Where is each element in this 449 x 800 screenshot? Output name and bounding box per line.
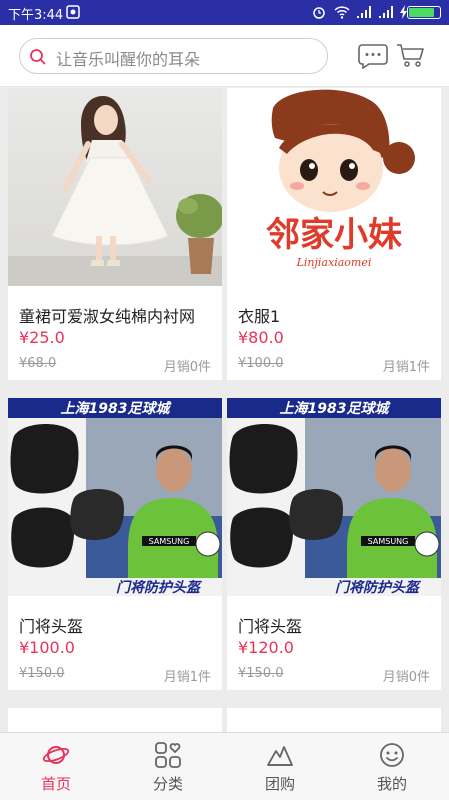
product-title: 童裙可爱淑女纯棉内衬网 [19, 307, 196, 326]
product-title: 门将头盔 [238, 617, 303, 636]
product-price: ¥120.0 [238, 638, 294, 657]
tab-category-label: 分类 [152, 775, 183, 793]
product-price: ¥25.0 [19, 328, 65, 347]
notification-icon [66, 5, 80, 19]
product-card[interactable]: 上海1983足球城 SAMSUNG 门将防护头盔 门将头盔 ¥100.0 ¥15… [8, 398, 222, 690]
tab-profile[interactable]: 我的 [336, 733, 448, 800]
tab-home-label: 首页 [40, 775, 71, 793]
jersey-text: SAMSUNG [149, 537, 190, 546]
mountain-icon [267, 746, 293, 766]
jersey-text: SAMSUNG [368, 537, 409, 546]
grid-heart-icon [155, 742, 181, 768]
tab-home[interactable]: 首页 [0, 733, 112, 800]
battery-icon [407, 6, 441, 19]
bottom-tab-bar: 首页 分类 团购 我的 [0, 732, 449, 800]
helmet-caption: 门将防护头盔 [335, 579, 422, 596]
product-card[interactable]: 上海1983足球城 SAMSUNG 门将防护头盔 门将头盔 ¥120.0 ¥15… [227, 398, 441, 690]
logo-text: 邻家小妹 [266, 215, 402, 255]
helmet-caption: 门将防护头盔 [116, 579, 203, 596]
cart-icon[interactable] [396, 43, 426, 69]
message-icon[interactable] [358, 43, 388, 69]
product-sales: 月销0件 [163, 360, 211, 375]
product-title: 衣服1 [238, 307, 281, 326]
search-placeholder: 让音乐叫醒你的耳朵 [56, 50, 201, 69]
signal-2-icon [379, 6, 393, 18]
wifi-icon [334, 6, 350, 19]
product-old-price: ¥100.0 [238, 356, 284, 371]
search-icon [30, 49, 46, 65]
product-price: ¥100.0 [19, 638, 75, 657]
status-bar: 下午3:44 [0, 0, 449, 25]
top-bar: 让音乐叫醒你的耳朵 [0, 25, 449, 87]
smiley-icon [380, 743, 404, 767]
product-old-price: ¥68.0 [19, 356, 57, 371]
search-input[interactable]: 让音乐叫醒你的耳朵 [19, 38, 328, 74]
tab-group-buy[interactable]: 团购 [224, 733, 336, 800]
product-grid: 童裙可爱淑女纯棉内衬网 ¥25.0 ¥68.0 月销0件 邻家小妹 Linjia… [0, 88, 449, 732]
product-image [8, 88, 222, 286]
banner-text: 上海1983足球城 [280, 400, 392, 417]
product-sales: 月销1件 [163, 670, 211, 685]
alarm-icon [313, 7, 325, 19]
logo-subtext: Linjiaxiaomei [296, 256, 372, 269]
product-title: 门将头盔 [19, 617, 84, 636]
planet-icon [42, 746, 70, 764]
product-image: 上海1983足球城 SAMSUNG 门将防护头盔 [8, 398, 222, 596]
tab-group-buy-label: 团购 [264, 775, 295, 793]
status-time: 下午3:44 [8, 8, 64, 23]
product-card[interactable] [8, 708, 222, 732]
product-card[interactable]: 童裙可爱淑女纯棉内衬网 ¥25.0 ¥68.0 月销0件 [8, 88, 222, 380]
product-old-price: ¥150.0 [238, 666, 284, 681]
tab-profile-label: 我的 [376, 775, 407, 793]
product-sales: 月销1件 [382, 360, 430, 375]
product-card[interactable] [227, 708, 441, 732]
product-card[interactable]: 邻家小妹 Linjiaxiaomei 衣服1 ¥80.0 ¥100.0 月销1件 [227, 88, 441, 380]
product-old-price: ¥150.0 [19, 666, 65, 681]
product-sales: 月销0件 [382, 670, 430, 685]
signal-1-icon [357, 6, 371, 18]
product-image: 上海1983足球城 SAMSUNG 门将防护头盔 [227, 398, 441, 596]
product-price: ¥80.0 [238, 328, 284, 347]
tab-category[interactable]: 分类 [112, 733, 224, 800]
banner-text: 上海1983足球城 [61, 400, 173, 417]
product-image: 邻家小妹 Linjiaxiaomei [227, 88, 441, 286]
